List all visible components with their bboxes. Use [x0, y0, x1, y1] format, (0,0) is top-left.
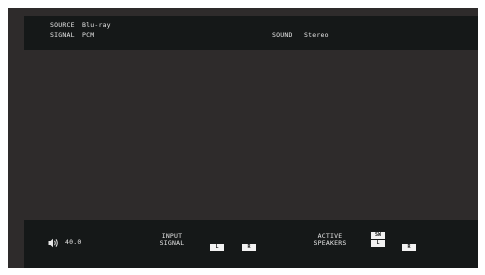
- av-receiver-screen: SOURCE Blu-ray SIGNAL PCM SOUND Stereo 4…: [8, 8, 478, 268]
- active-speakers-label-line2: SPEAKERS: [313, 239, 347, 247]
- speaker-volume-icon: [48, 238, 58, 248]
- source-label: SOURCE: [50, 21, 75, 29]
- active-speaker-sw: SW: [371, 232, 385, 239]
- status-top-bar: SOURCE Blu-ray SIGNAL PCM SOUND Stereo: [24, 16, 478, 50]
- signal-label: SIGNAL: [50, 31, 75, 39]
- volume-value: 40.0: [65, 238, 82, 246]
- signal-value: PCM: [82, 31, 95, 39]
- input-signal-label-line2: SIGNAL: [159, 239, 185, 247]
- active-speaker-r: R: [402, 244, 416, 251]
- source-value: Blu-ray: [82, 21, 111, 29]
- input-channel-r: R: [242, 244, 256, 251]
- active-speaker-l: L: [371, 240, 385, 247]
- status-bottom-bar: 40.0 INPUT SIGNAL L R ACTIVE SPEAKERS SW…: [24, 220, 478, 268]
- sound-value: Stereo: [304, 31, 329, 39]
- input-channel-l: L: [210, 244, 224, 251]
- sound-label: SOUND: [272, 31, 293, 39]
